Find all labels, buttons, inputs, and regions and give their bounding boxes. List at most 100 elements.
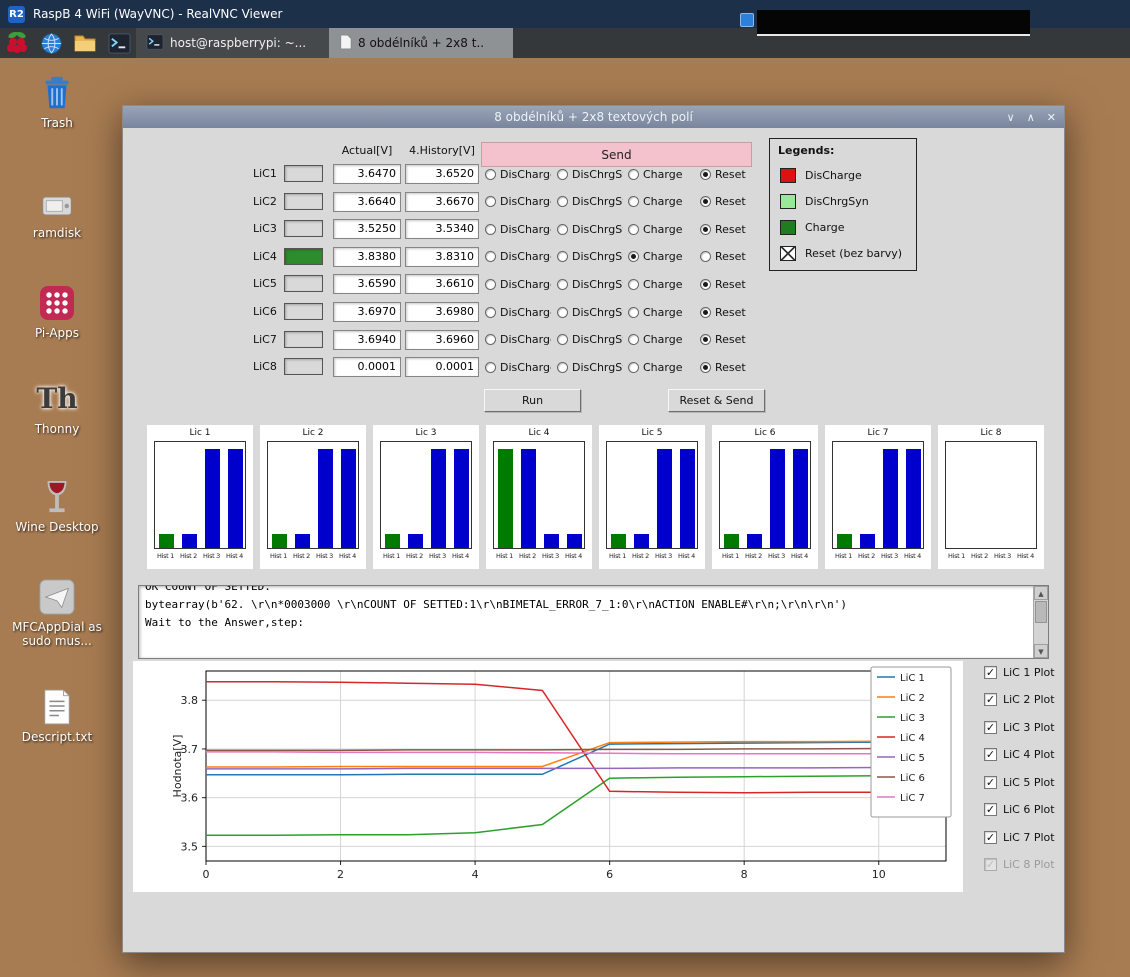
console-output[interactable]: OK COUNT OF SETTED:bytearray(b'62. \r\n*… xyxy=(138,585,1049,659)
radio-circle[interactable] xyxy=(700,251,711,262)
actual-voltage-field[interactable]: 3.5250 xyxy=(333,219,401,239)
radio-circle[interactable] xyxy=(485,169,496,180)
radio-charge[interactable]: Charge xyxy=(628,304,682,320)
radio-reset[interactable]: Reset xyxy=(700,332,746,348)
radio-charge[interactable]: Charge xyxy=(628,276,682,292)
actual-voltage-field[interactable]: 3.6590 xyxy=(333,274,401,294)
run-button[interactable]: Run xyxy=(484,389,581,412)
minimize-icon[interactable]: ∨ xyxy=(1007,111,1015,124)
radio-circle[interactable] xyxy=(628,307,639,318)
scroll-down-icon[interactable]: ▼ xyxy=(1034,644,1048,658)
checkbox-icon[interactable]: ✓ xyxy=(984,803,997,816)
raspberry-menu-icon[interactable] xyxy=(0,28,34,58)
radio-circle[interactable] xyxy=(557,334,568,345)
plot-checkbox-lic-4-plot[interactable]: ✓LiC 4 Plot xyxy=(984,745,1055,765)
history-voltage-field[interactable]: 3.6960 xyxy=(405,330,479,350)
desktop-icon-pi-apps[interactable]: Pi-Apps xyxy=(7,280,107,340)
radio-circle[interactable] xyxy=(700,196,711,207)
radio-discharge[interactable]: DisCharge xyxy=(485,304,551,320)
checkbox-icon[interactable]: ✓ xyxy=(984,666,997,679)
history-voltage-field[interactable]: 3.6980 xyxy=(405,302,479,322)
radio-reset[interactable]: Reset xyxy=(700,249,746,265)
radio-dischrgsyn[interactable]: DisChrgSyn xyxy=(557,359,623,375)
radio-circle[interactable] xyxy=(700,279,711,290)
history-voltage-field[interactable]: 3.8310 xyxy=(405,247,479,267)
radio-circle[interactable] xyxy=(485,196,496,207)
radio-circle[interactable] xyxy=(628,334,639,345)
radio-circle[interactable] xyxy=(628,362,639,373)
radio-dischrgsyn[interactable]: DisChrgSyn xyxy=(557,249,623,265)
scroll-up-icon[interactable]: ▲ xyxy=(1034,586,1048,600)
taskbar-task-app[interactable]: 8 obdélníků + 2x8 t.. xyxy=(329,28,513,58)
radio-reset[interactable]: Reset xyxy=(700,166,746,182)
history-voltage-field[interactable]: 3.5340 xyxy=(405,219,479,239)
actual-voltage-field[interactable]: 3.6470 xyxy=(333,164,401,184)
checkbox-icon[interactable]: ✓ xyxy=(984,721,997,734)
radio-circle[interactable] xyxy=(700,169,711,180)
plot-checkbox-lic-7-plot[interactable]: ✓LiC 7 Plot xyxy=(984,827,1055,847)
actual-voltage-field[interactable]: 3.6940 xyxy=(333,330,401,350)
radio-discharge[interactable]: DisCharge xyxy=(485,249,551,265)
radio-circle[interactable] xyxy=(557,362,568,373)
radio-circle[interactable] xyxy=(628,169,639,180)
close-icon[interactable]: ✕ xyxy=(1047,111,1056,124)
radio-dischrgsyn[interactable]: DisChrgSyn xyxy=(557,221,623,237)
radio-circle[interactable] xyxy=(485,334,496,345)
plot-checkbox-lic-1-plot[interactable]: ✓LiC 1 Plot xyxy=(984,662,1055,682)
radio-circle[interactable] xyxy=(700,334,711,345)
desktop-icon-ramdisk[interactable]: ramdisk xyxy=(7,180,107,240)
radio-circle[interactable] xyxy=(557,196,568,207)
radio-dischrgsyn[interactable]: DisChrgSyn xyxy=(557,166,623,182)
taskbar-task-terminal[interactable]: host@raspberrypi: ~... xyxy=(136,28,329,58)
radio-circle[interactable] xyxy=(628,251,639,262)
desktop-icon-trash[interactable]: Trash xyxy=(7,70,107,130)
radio-charge[interactable]: Charge xyxy=(628,221,682,237)
radio-reset[interactable]: Reset xyxy=(700,276,746,292)
plot-checkbox-lic-5-plot[interactable]: ✓LiC 5 Plot xyxy=(984,772,1055,792)
radio-circle[interactable] xyxy=(628,196,639,207)
radio-reset[interactable]: Reset xyxy=(700,359,746,375)
radio-reset[interactable]: Reset xyxy=(700,194,746,210)
radio-circle[interactable] xyxy=(700,224,711,235)
radio-dischrgsyn[interactable]: DisChrgSyn xyxy=(557,332,623,348)
radio-dischrgsyn[interactable]: DisChrgSyn xyxy=(557,276,623,292)
reset-send-button[interactable]: Reset & Send xyxy=(668,389,765,412)
actual-voltage-field[interactable]: 0.0001 xyxy=(333,357,401,377)
radio-circle[interactable] xyxy=(485,224,496,235)
radio-discharge[interactable]: DisCharge xyxy=(485,194,551,210)
radio-circle[interactable] xyxy=(700,362,711,373)
radio-dischrgsyn[interactable]: DisChrgSyn xyxy=(557,304,623,320)
radio-charge[interactable]: Charge xyxy=(628,194,682,210)
radio-discharge[interactable]: DisCharge xyxy=(485,166,551,182)
terminal-icon[interactable] xyxy=(102,28,136,58)
radio-charge[interactable]: Charge xyxy=(628,166,682,182)
radio-discharge[interactable]: DisCharge xyxy=(485,276,551,292)
desktop-icon-wine-desktop[interactable]: Wine Desktop xyxy=(7,474,107,534)
app-window-titlebar[interactable]: 8 obdélníků + 2x8 textových polí ∨ ∧ ✕ xyxy=(123,106,1064,128)
radio-discharge[interactable]: DisCharge xyxy=(485,221,551,237)
maximize-icon[interactable]: ∧ xyxy=(1027,111,1035,124)
radio-circle[interactable] xyxy=(557,224,568,235)
radio-reset[interactable]: Reset xyxy=(700,304,746,320)
plot-checkbox-lic-6-plot[interactable]: ✓LiC 6 Plot xyxy=(984,800,1055,820)
radio-discharge[interactable]: DisCharge xyxy=(485,332,551,348)
radio-circle[interactable] xyxy=(628,224,639,235)
desktop-icon-mfcappdial[interactable]: MFCAppDial as sudo mus... xyxy=(7,574,107,648)
plot-checkbox-lic-3-plot[interactable]: ✓LiC 3 Plot xyxy=(984,717,1055,737)
history-voltage-field[interactable]: 3.6610 xyxy=(405,274,479,294)
checkbox-icon[interactable]: ✓ xyxy=(984,776,997,789)
radio-reset[interactable]: Reset xyxy=(700,221,746,237)
history-voltage-field[interactable]: 3.6520 xyxy=(405,164,479,184)
radio-circle[interactable] xyxy=(485,362,496,373)
vnc-tray-icon[interactable] xyxy=(740,13,754,27)
radio-circle[interactable] xyxy=(557,279,568,290)
console-scrollbar[interactable]: ▲ ▼ xyxy=(1033,586,1048,658)
radio-circle[interactable] xyxy=(628,279,639,290)
scrollbar-thumb[interactable] xyxy=(1035,601,1047,623)
plot-checkbox-lic-2-plot[interactable]: ✓LiC 2 Plot xyxy=(984,690,1055,710)
radio-circle[interactable] xyxy=(485,251,496,262)
checkbox-icon[interactable]: ✓ xyxy=(984,693,997,706)
radio-circle[interactable] xyxy=(557,307,568,318)
radio-circle[interactable] xyxy=(557,169,568,180)
radio-circle[interactable] xyxy=(700,307,711,318)
